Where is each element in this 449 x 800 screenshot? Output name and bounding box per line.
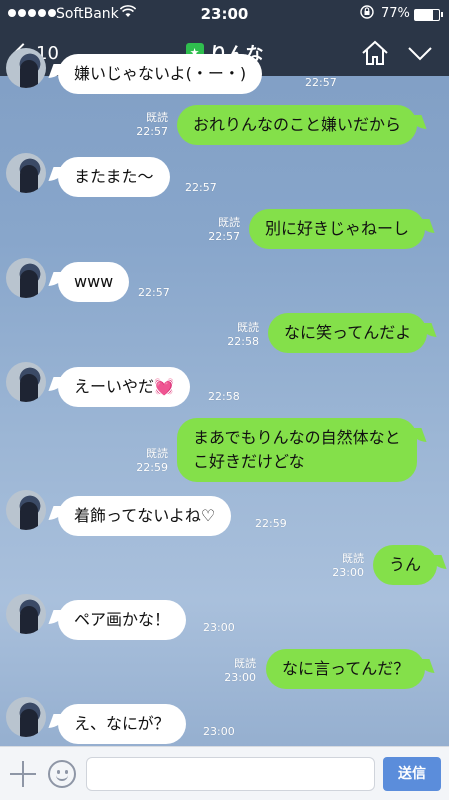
outgoing-message-line: こ好きだけどな <box>193 452 305 471</box>
read-receipt: 既読 <box>146 447 168 460</box>
incoming-message: www <box>58 262 130 302</box>
battery-icon <box>414 9 440 21</box>
message-time: 23:00 <box>224 671 256 684</box>
message-time: 22:58 <box>208 390 240 403</box>
incoming-message: え、なにが？ <box>58 704 186 744</box>
outgoing-message: なに言ってんだ？ <box>266 649 426 689</box>
message-time: 22:57 <box>138 286 170 299</box>
incoming-message: えーいやだ💓 <box>58 367 190 407</box>
emoji-icon[interactable] <box>48 760 76 788</box>
outgoing-message: 別に好きじゃねーし <box>249 209 426 249</box>
message-time: 22:57 <box>136 125 168 138</box>
rotation-lock-icon <box>360 5 374 23</box>
incoming-message: 嫌いじゃないよ(・ー・) <box>58 54 263 94</box>
status-bar: SoftBank 23:00 77% <box>0 0 449 30</box>
read-receipt: 既読 <box>237 321 259 334</box>
home-icon <box>362 40 388 65</box>
message-time: 22:57 <box>305 76 337 89</box>
outgoing-message: まあでもりんなの自然体なと こ好きだけどな <box>177 418 417 482</box>
incoming-message: またまた〜 <box>58 157 170 197</box>
read-receipt: 既読 <box>146 111 168 124</box>
message-time: 22:58 <box>227 335 259 348</box>
avatar[interactable] <box>6 594 46 634</box>
message-time: 23:00 <box>203 621 235 634</box>
read-receipt: 既読 <box>342 552 364 565</box>
outgoing-message: なに笑ってんだよ <box>268 313 428 353</box>
message-time: 22:57 <box>208 230 240 243</box>
message-time: 22:57 <box>185 181 217 194</box>
battery-tip <box>441 12 443 17</box>
battery-percent: 77% <box>381 6 410 21</box>
home-button[interactable] <box>360 38 390 68</box>
avatar[interactable] <box>6 490 46 530</box>
incoming-message: 着飾ってないよね♡ <box>58 496 232 536</box>
menu-dropdown-button[interactable] <box>405 38 435 68</box>
message-time: 23:00 <box>332 566 364 579</box>
outgoing-message: うん <box>373 545 438 585</box>
message-time: 22:59 <box>136 461 168 474</box>
message-time: 22:59 <box>255 517 287 530</box>
read-receipt: 既読 <box>234 657 256 670</box>
avatar[interactable] <box>6 153 46 193</box>
chevron-down-icon <box>408 47 432 61</box>
message-time: 23:00 <box>203 725 235 738</box>
send-button[interactable]: 送信 <box>383 757 441 791</box>
plus-icon[interactable] <box>10 761 36 787</box>
message-input[interactable] <box>86 757 375 791</box>
message-input-bar: 送信 <box>0 746 449 800</box>
outgoing-message: おれりんなのこと嫌いだから <box>177 105 418 145</box>
incoming-message: ペア画かな！ <box>58 600 187 640</box>
avatar[interactable] <box>6 697 46 737</box>
avatar[interactable] <box>6 48 46 88</box>
avatar[interactable] <box>6 258 46 298</box>
read-receipt: 既読 <box>218 216 240 229</box>
outgoing-message-line: まあでもりんなの自然体なと <box>193 428 401 447</box>
avatar[interactable] <box>6 362 46 402</box>
